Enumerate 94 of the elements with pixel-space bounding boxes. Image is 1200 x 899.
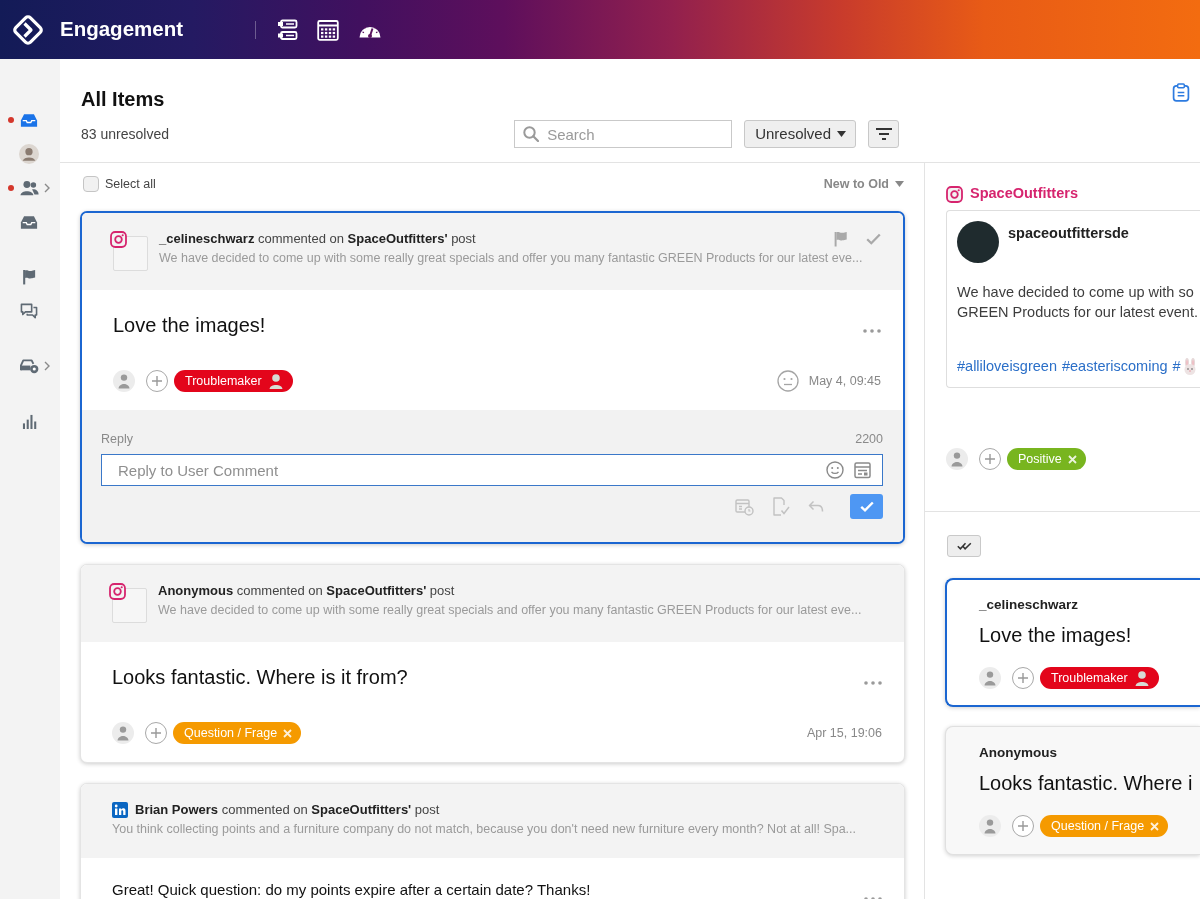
check-icon (859, 501, 874, 512)
chevron-right-icon[interactable] (44, 183, 50, 193)
hashtag-link[interactable]: #easteriscoming (1061, 356, 1168, 376)
schedule-icon[interactable] (735, 497, 754, 516)
post-preview: We have decided to come up with some really great specials and offer you many fantastic GREEN Products for our latest eve... (159, 250, 864, 267)
user-avatar-icon[interactable] (19, 144, 39, 164)
more-icon[interactable] (864, 681, 882, 685)
comment-text: Looks fantastic. Where is it from? (112, 665, 408, 690)
stacked-cards-icon[interactable] (277, 18, 299, 41)
reply-arrow-icon[interactable] (808, 500, 824, 513)
plus-icon (985, 454, 995, 464)
character-counter: 2200 (855, 431, 883, 447)
post-author[interactable]: spaceoutfittersde (1008, 223, 1129, 245)
comment-headline: _celineschwarz commented on SpaceOutfitters' post (159, 230, 476, 248)
user-avatar-icon[interactable] (946, 448, 968, 470)
in-logo-icon (112, 802, 128, 818)
inbox-icon[interactable] (20, 112, 38, 128)
chat-bubbles-icon[interactable] (20, 303, 38, 319)
bar-chart-icon[interactable] (21, 413, 37, 429)
comment-text: Looks fantastic. Where i (979, 771, 1194, 796)
remove-icon[interactable] (283, 728, 293, 738)
status-filter-dropdown[interactable]: Unresolved (744, 120, 856, 148)
hashtag-link[interactable]: #alliloveisgreen (957, 356, 1057, 376)
user-avatar-icon[interactable] (979, 815, 1001, 837)
post-text: We have decided to come up with so GREEN Products for our latest event. (957, 283, 1198, 322)
post-preview: You think collecting points and a furniture company do not match, because you don't need new furniture every month? Not at all! Spa... (112, 821, 858, 838)
comment-text: Great! Quick question: do my points expire after a certain date? Thanks! (112, 880, 591, 899)
tag[interactable]: Troublemaker (174, 370, 293, 392)
remove-icon[interactable] (1150, 821, 1160, 831)
comment-author: _celineschwarz (979, 596, 1080, 614)
timestamp: Apr 15, 19:06 (806, 724, 882, 742)
person-icon (267, 373, 284, 389)
mark-all-read-button[interactable] (947, 535, 981, 557)
unresolved-count: 83 unresolved (81, 124, 169, 144)
add-tag-button[interactable] (1012, 667, 1034, 689)
caret-down-icon (895, 181, 904, 187)
calendar-icon[interactable] (317, 18, 340, 41)
add-tag-button[interactable] (979, 448, 1001, 470)
clipboard-icon[interactable] (1172, 83, 1190, 102)
flag-icon[interactable] (22, 269, 36, 285)
select-all-label[interactable]: Select all (105, 174, 156, 194)
plus-icon (151, 728, 161, 738)
filter-icon (875, 128, 892, 140)
caret-down-icon (837, 131, 846, 137)
reply-label: Reply (101, 431, 133, 447)
smiley-icon[interactable] (826, 461, 844, 479)
account-name[interactable]: SpaceOutfitters (970, 183, 1078, 205)
app-title: Engagement (60, 16, 184, 43)
people-icon[interactable] (19, 180, 39, 196)
inbox-icon[interactable] (20, 214, 38, 230)
search-icon (523, 126, 540, 142)
car-gear-icon[interactable] (19, 358, 39, 374)
plus-icon (1018, 673, 1028, 683)
comment-headline: Anonymous commented on SpaceOutfitters' post (158, 582, 455, 600)
remove-icon[interactable] (1067, 454, 1077, 464)
plus-icon (1018, 821, 1028, 831)
comment-card[interactable] (80, 211, 905, 544)
filter-button[interactable] (868, 120, 899, 148)
chevron-right-icon[interactable] (44, 361, 50, 371)
add-tag-button[interactable] (145, 722, 167, 744)
template-icon[interactable] (854, 461, 871, 479)
flag-icon[interactable] (833, 231, 848, 247)
select-all-checkbox[interactable] (83, 176, 99, 192)
plus-icon (152, 376, 162, 386)
send-button[interactable] (850, 494, 883, 519)
more-icon[interactable] (863, 329, 881, 333)
tag[interactable]: Troublemaker (1040, 667, 1159, 689)
camera-outline-icon (110, 231, 127, 248)
user-avatar-icon[interactable] (112, 722, 134, 744)
avatar-placeholder (957, 221, 999, 263)
neutral-face-icon[interactable] (776, 370, 799, 392)
double-check-icon (956, 542, 972, 550)
person-icon (1133, 670, 1150, 686)
sort-dropdown[interactable]: New to Old (823, 174, 905, 194)
document-check-icon[interactable] (772, 497, 790, 516)
thread-card[interactable]: _celineschwarz Love the images! Troublemaker (945, 578, 1200, 707)
comment-headline: Brian Powers commented on SpaceOutfitters' post (135, 801, 440, 819)
add-tag-button[interactable] (146, 370, 168, 392)
user-avatar-icon[interactable] (113, 370, 135, 392)
reply-input[interactable]: Reply to User Comment (101, 454, 883, 486)
comment-text: Love the images! (979, 623, 1133, 648)
hashtag-link[interactable]: # (1172, 356, 1198, 376)
page-title: All Items (81, 87, 166, 111)
thread-card[interactable]: Anonymous Looks fantastic. Where i Question / Frage (945, 726, 1200, 855)
user-avatar-icon[interactable] (979, 667, 1001, 689)
post-preview: We have decided to come up with some really great specials and offer you many fantastic GREEN Products for our latest eve... (158, 602, 863, 619)
camera-outline-icon (946, 185, 963, 203)
add-tag-button[interactable] (1012, 815, 1034, 837)
camera-outline-icon (109, 583, 126, 600)
check-icon[interactable] (866, 233, 881, 245)
comment-author: Anonymous (979, 744, 1058, 762)
comment-text: Love the images! (113, 313, 266, 338)
search-field[interactable]: Search (514, 120, 733, 148)
timestamp: May 4, 09:45 (808, 372, 881, 390)
